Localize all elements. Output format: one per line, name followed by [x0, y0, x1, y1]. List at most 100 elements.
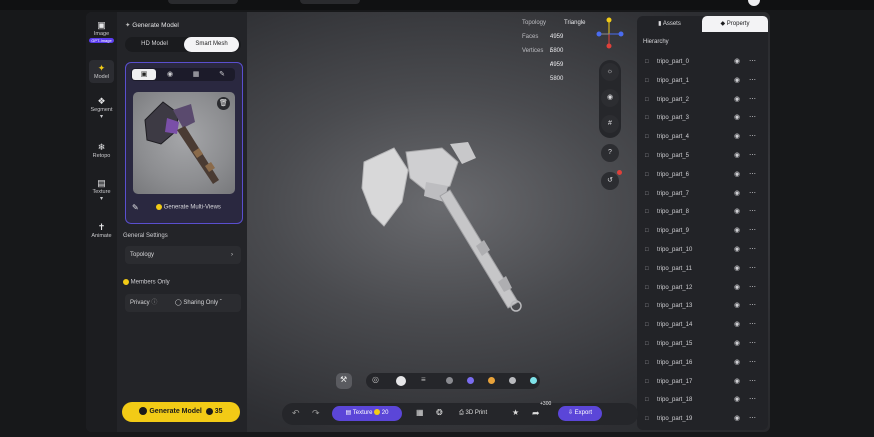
hierarchy-row[interactable]: □ tripo_part_17 ◉ ⋯	[645, 376, 763, 388]
visibility-eye-icon[interactable]: ◉	[734, 94, 740, 106]
more-options-icon[interactable]: ⋯	[749, 319, 756, 331]
more-options-icon[interactable]: ⋯	[749, 112, 756, 124]
tab-assets[interactable]: ▮ Assets	[637, 16, 702, 32]
gallery-tab-icon[interactable]: ▦	[184, 69, 208, 80]
axe-3d-model[interactable]	[346, 142, 546, 322]
more-options-icon[interactable]: ⋯	[749, 376, 756, 388]
camera-icon[interactable]: ◉	[601, 89, 619, 107]
more-options-icon[interactable]: ⋯	[749, 169, 756, 181]
sharing-dropdown[interactable]: ◯ Sharing Only ˆ	[175, 294, 222, 312]
hierarchy-row[interactable]: □ tripo_part_5 ◉ ⋯	[645, 150, 763, 162]
favorite-star-icon[interactable]: ★	[512, 408, 519, 417]
rail-item-animate[interactable]: ✝ Animate	[86, 222, 117, 239]
more-options-icon[interactable]: ⋯	[749, 413, 756, 425]
more-options-icon[interactable]: ⋯	[749, 56, 756, 68]
visibility-eye-icon[interactable]: ◉	[734, 112, 740, 124]
visibility-eye-icon[interactable]: ◉	[734, 150, 740, 162]
hierarchy-row[interactable]: □ tripo_part_0 ◉ ⋯	[645, 56, 763, 68]
redo-icon[interactable]: ↷	[312, 408, 320, 419]
visibility-eye-icon[interactable]: ◉	[734, 394, 740, 406]
more-options-icon[interactable]: ⋯	[749, 338, 756, 350]
3d-print-button[interactable]: ⎙ 3D Print	[459, 408, 487, 419]
more-options-icon[interactable]: ⋯	[749, 244, 756, 256]
hierarchy-row[interactable]: □ tripo_part_16 ◉ ⋯	[645, 357, 763, 369]
more-options-icon[interactable]: ⋯	[749, 206, 756, 218]
render-mode-button[interactable]: ⚒	[336, 373, 352, 389]
more-options-icon[interactable]: ⋯	[749, 225, 756, 237]
more-options-icon[interactable]: ⋯	[749, 94, 756, 106]
more-options-icon[interactable]: ⋯	[749, 150, 756, 162]
hierarchy-row[interactable]: □ tripo_part_3 ◉ ⋯	[645, 112, 763, 124]
visibility-eye-icon[interactable]: ◉	[734, 376, 740, 388]
topology-dropdown[interactable]: Topology ›	[125, 246, 241, 264]
hierarchy-row[interactable]: □ tripo_part_14 ◉ ⋯	[645, 319, 763, 331]
mode-option-hd-model[interactable]: HD Model	[127, 37, 182, 52]
lighting-icon[interactable]: ☼	[601, 63, 619, 81]
rail-item-retopo[interactable]: ❄ Retopo	[86, 142, 117, 159]
visibility-eye-icon[interactable]: ◉	[734, 282, 740, 294]
axis-gizmo[interactable]	[594, 16, 624, 50]
more-options-icon[interactable]: ⋯	[749, 282, 756, 294]
texture-button[interactable]: ▤ Texture 20	[332, 406, 402, 421]
grid-icon[interactable]: #	[601, 115, 619, 133]
visibility-eye-icon[interactable]: ◉	[734, 244, 740, 256]
reference-image-thumbnail[interactable]: 🗑	[133, 92, 235, 194]
visibility-eye-icon[interactable]: ◉	[734, 225, 740, 237]
hierarchy-row[interactable]: □ tripo_part_8 ◉ ⋯	[645, 206, 763, 218]
visibility-eye-icon[interactable]: ◉	[734, 338, 740, 350]
visibility-eye-icon[interactable]: ◉	[734, 131, 740, 143]
top-bar-pill[interactable]	[300, 0, 360, 4]
generate-model-button[interactable]: Generate Model 35	[122, 402, 240, 422]
top-bar-pill[interactable]	[168, 0, 238, 4]
undo-icon[interactable]: ↶	[292, 408, 300, 419]
hierarchy-row[interactable]: □ tripo_part_2 ◉ ⋯	[645, 94, 763, 106]
share-icon[interactable]: ➦	[532, 408, 540, 419]
visibility-eye-icon[interactable]: ◉	[734, 413, 740, 425]
visibility-eye-icon[interactable]: ◉	[734, 75, 740, 87]
segment-grid-icon[interactable]: ▦	[416, 408, 424, 417]
material-swatch[interactable]	[446, 377, 453, 384]
more-options-icon[interactable]: ⋯	[749, 357, 756, 369]
visibility-eye-icon[interactable]: ◉	[734, 263, 740, 275]
visibility-eye-icon[interactable]: ◉	[734, 188, 740, 200]
hierarchy-row[interactable]: □ tripo_part_1 ◉ ⋯	[645, 75, 763, 87]
visibility-eye-icon[interactable]: ◉	[734, 206, 740, 218]
visibility-eye-icon[interactable]: ◉	[734, 169, 740, 181]
material-swatch[interactable]	[530, 377, 537, 384]
more-options-icon[interactable]: ⋯	[749, 300, 756, 312]
history-icon[interactable]: ↺	[601, 172, 619, 190]
wireframe-icon[interactable]: ◎	[372, 375, 379, 384]
more-options-icon[interactable]: ⋯	[749, 75, 756, 87]
visibility-eye-icon[interactable]: ◉	[734, 300, 740, 312]
material-swatch[interactable]	[467, 377, 474, 384]
more-options-icon[interactable]: ⋯	[749, 131, 756, 143]
hierarchy-row[interactable]: □ tripo_part_18 ◉ ⋯	[645, 394, 763, 406]
rig-icon[interactable]: ❂	[436, 408, 443, 417]
hierarchy-row[interactable]: □ tripo_part_19 ◉ ⋯	[645, 413, 763, 425]
hierarchy-row[interactable]: □ tripo_part_6 ◉ ⋯	[645, 169, 763, 181]
material-swatch[interactable]	[488, 377, 495, 384]
rail-item-segment[interactable]: ❖ Segment ▾	[86, 96, 117, 120]
material-swatch[interactable]	[509, 377, 516, 384]
image-tab-icon[interactable]: ▣	[132, 69, 156, 80]
hierarchy-row[interactable]: □ tripo_part_7 ◉ ⋯	[645, 188, 763, 200]
sliders-icon[interactable]: ≡	[421, 375, 426, 384]
edit-wand-icon[interactable]: ✎	[132, 203, 139, 212]
more-options-icon[interactable]: ⋯	[749, 188, 756, 200]
pen-tab-icon[interactable]: ✎	[210, 69, 234, 80]
trash-icon[interactable]: 🗑	[217, 97, 230, 110]
hierarchy-row[interactable]: □ tripo_part_4 ◉ ⋯	[645, 131, 763, 143]
hierarchy-row[interactable]: □ tripo_part_12 ◉ ⋯	[645, 282, 763, 294]
tab-property[interactable]: ◆ Property	[702, 16, 768, 32]
more-options-icon[interactable]: ⋯	[749, 394, 756, 406]
cube-tab-icon[interactable]: ◉	[158, 69, 182, 80]
more-options-icon[interactable]: ⋯	[749, 263, 756, 275]
hierarchy-row[interactable]: □ tripo_part_10 ◉ ⋯	[645, 244, 763, 256]
rail-item-image[interactable]: ▣ Image GPT-Image	[86, 20, 117, 44]
visibility-eye-icon[interactable]: ◉	[734, 56, 740, 68]
visibility-eye-icon[interactable]: ◉	[734, 357, 740, 369]
rail-item-model[interactable]: ✦ Model	[89, 60, 114, 83]
hierarchy-row[interactable]: □ tripo_part_9 ◉ ⋯	[645, 225, 763, 237]
mode-option-smart-mesh[interactable]: Smart Mesh	[184, 37, 239, 52]
help-icon[interactable]: ?	[601, 144, 619, 162]
